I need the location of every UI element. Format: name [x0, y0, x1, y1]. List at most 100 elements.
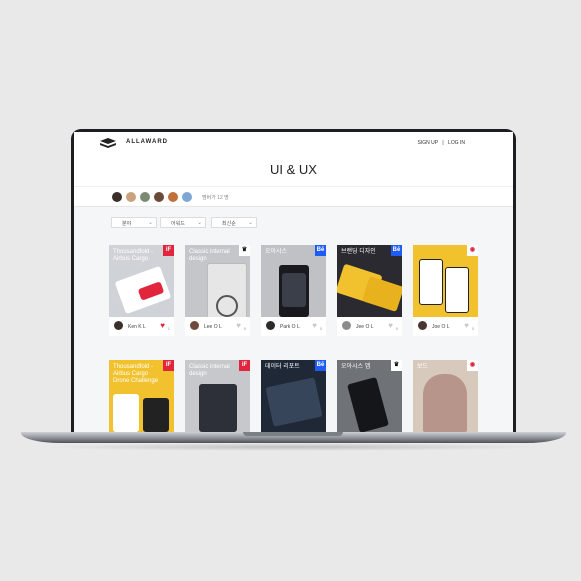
member-avatar[interactable] — [153, 191, 165, 203]
behance-badge: Bē — [315, 360, 326, 371]
project-title: 오아시스 앱 — [341, 364, 371, 370]
project-title: 브랜딩 디자인 — [341, 249, 376, 255]
project-title: Classic internal design — [189, 364, 230, 377]
member-avatar[interactable] — [167, 191, 179, 203]
filter-label: 최신순 — [222, 221, 236, 227]
project-card[interactable]: 오아시스 앱 ♛ — [337, 360, 402, 432]
phone-mockup — [265, 377, 323, 427]
sign-up-link[interactable]: SIGN UP — [417, 140, 437, 146]
phone-mockup — [419, 259, 443, 305]
phone-mockup — [143, 398, 169, 432]
user-name[interactable]: Jee O L — [356, 324, 374, 330]
red-dot-award-badge: ◉ — [467, 245, 478, 256]
like-count: 0 — [243, 326, 246, 331]
project-title: 오아시스 — [265, 249, 288, 255]
project-thumbnail[interactable]: Thousandfold - Airbus Cargo iF — [109, 245, 174, 317]
like-count: 0 — [319, 326, 322, 331]
project-card[interactable]: 브랜딩 디자인 Bē Jee O L ♥ 0 — [337, 245, 402, 336]
heart-icon[interactable]: ♥ — [312, 321, 317, 330]
heart-icon[interactable]: ♥ — [464, 321, 469, 330]
title-section: UI & UX — [74, 154, 513, 186]
user-avatar[interactable] — [266, 321, 275, 330]
card-footer: Park O L ♥ 0 — [261, 317, 326, 336]
phone-mockup — [361, 276, 402, 312]
if-award-badge: iF — [163, 245, 174, 256]
phone-mockup — [347, 376, 389, 432]
project-title: Classic internal design — [189, 249, 230, 262]
auth-links: SIGN UP | LOG IN — [414, 140, 465, 146]
project-title: 보드 — [417, 364, 429, 370]
filter-label: 분야 — [122, 221, 132, 227]
user-name[interactable]: Ken K L — [128, 324, 146, 330]
if-award-badge: iF — [163, 360, 174, 371]
project-card[interactable]: Classic internal design ♛ Lee O L ♥ 0 — [185, 245, 250, 336]
heart-icon[interactable]: ♥ — [160, 321, 165, 330]
phone-mockup — [445, 267, 469, 313]
project-card[interactable]: 오아시스 Bē Park O L ♥ 0 — [261, 245, 326, 336]
member-avatar[interactable] — [181, 191, 193, 203]
project-thumbnail[interactable]: ◉ — [413, 245, 478, 317]
phone-mockup — [113, 394, 139, 432]
person-photo — [423, 374, 467, 432]
user-avatar[interactable] — [114, 321, 123, 330]
user-avatar[interactable] — [418, 321, 427, 330]
phone-mockup — [199, 384, 237, 432]
heart-icon[interactable]: ♥ — [236, 321, 241, 330]
project-card[interactable]: Thousandfold - Airbus Cargo Drone Challe… — [109, 360, 174, 432]
filter-sort-select[interactable]: 최신순 ⌄ — [211, 217, 257, 228]
project-card[interactable]: 데이터 리포트 Bē — [261, 360, 326, 432]
if-award-badge: iF — [239, 360, 250, 371]
filter-award-select[interactable]: 어워드 ⌄ — [160, 217, 206, 228]
chevron-down-icon: ⌄ — [196, 220, 202, 226]
project-thumbnail[interactable]: 브랜딩 디자인 Bē — [337, 245, 402, 317]
like-count: 1 — [167, 326, 170, 331]
card-footer: Joe O L ♥ 0 — [413, 317, 478, 336]
dial-graphic — [216, 295, 238, 317]
user-avatar[interactable] — [342, 321, 351, 330]
user-name[interactable]: Lee O L — [204, 324, 222, 330]
project-thumbnail[interactable]: 오아시스 앱 ♛ — [337, 360, 402, 432]
project-card[interactable]: Thousandfold - Airbus Cargo iF Ken K L ♥… — [109, 245, 174, 336]
card-footer: Lee O L ♥ 0 — [185, 317, 250, 336]
brand-name[interactable]: ALLAWARD — [126, 139, 168, 145]
project-card[interactable]: Classic internal design iF — [185, 360, 250, 432]
logo-icon[interactable] — [100, 138, 116, 149]
member-avatar[interactable] — [125, 191, 137, 203]
behance-badge: Bē — [391, 245, 402, 256]
like-count: 0 — [471, 326, 474, 331]
project-title: Thousandfold - Airbus Cargo Drone Challe… — [113, 364, 159, 384]
user-name[interactable]: Park O L — [280, 324, 300, 330]
card-footer: Ken K L ♥ 1 — [109, 317, 174, 336]
user-name[interactable]: Joe O L — [432, 324, 450, 330]
behance-badge: Bē — [315, 245, 326, 256]
filter-label: 어워드 — [171, 221, 185, 227]
filter-category-select[interactable]: 분야 ⌄ — [111, 217, 157, 228]
project-thumbnail[interactable]: Thousandfold - Airbus Cargo Drone Challe… — [109, 360, 174, 432]
top-navbar: ALLAWARD SIGN UP | LOG IN — [74, 132, 513, 155]
member-avatar[interactable] — [139, 191, 151, 203]
red-dot-award-badge: ♛ — [239, 245, 250, 256]
project-card[interactable]: 보드 ◉ — [413, 360, 478, 432]
project-title: Thousandfold - Airbus Cargo — [113, 249, 154, 262]
member-count: 멤버가 12 명 — [202, 195, 229, 201]
browser-screen: ALLAWARD SIGN UP | LOG IN UI & UX 멤버가 12… — [74, 132, 513, 432]
chevron-down-icon: ⌄ — [247, 220, 253, 226]
project-thumbnail[interactable]: 보드 ◉ — [413, 360, 478, 432]
laptop-notch — [243, 432, 343, 436]
heart-icon[interactable]: ♥ — [388, 321, 393, 330]
project-thumbnail[interactable]: Classic internal design ♛ — [185, 245, 250, 317]
member-avatar[interactable] — [111, 191, 123, 203]
red-dot-award-badge: ◉ — [467, 360, 478, 371]
user-avatar[interactable] — [190, 321, 199, 330]
auth-separator: | — [442, 140, 444, 146]
page-title: UI & UX — [270, 162, 317, 177]
like-count: 0 — [395, 326, 398, 331]
member-avatar-row: 멤버가 12 명 — [74, 186, 513, 207]
project-thumbnail[interactable]: Classic internal design iF — [185, 360, 250, 432]
phone-screen — [282, 273, 306, 307]
project-card[interactable]: ◉ Joe O L ♥ 0 — [413, 245, 478, 336]
project-thumbnail[interactable]: 데이터 리포트 Bē — [261, 360, 326, 432]
project-thumbnail[interactable]: 오아시스 Bē — [261, 245, 326, 317]
log-in-link[interactable]: LOG IN — [448, 140, 465, 146]
project-title: 데이터 리포트 — [265, 364, 300, 370]
